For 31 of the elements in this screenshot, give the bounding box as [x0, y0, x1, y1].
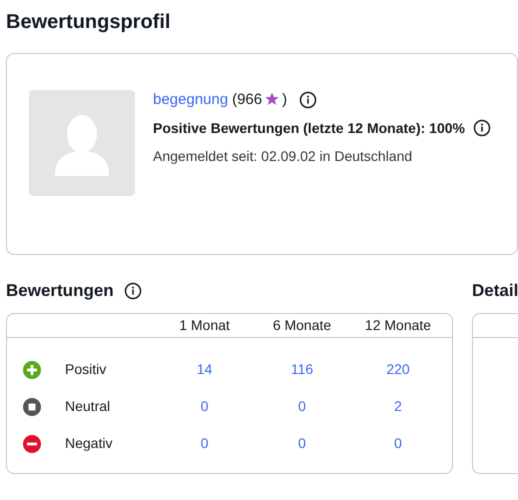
avatar-placeholder-icon: [29, 90, 135, 196]
feedback-score: (966: [232, 90, 262, 110]
minus-icon: [23, 434, 41, 452]
row-label: Negativ: [65, 434, 112, 453]
feedback-score-paren: ): [282, 90, 288, 110]
count-link[interactable]: 0: [200, 396, 208, 417]
count-link[interactable]: 0: [298, 396, 306, 417]
member-since: Angemeldet seit: 02.09.02 in Deutschland: [153, 147, 414, 166]
section-heading: Detail: [472, 280, 518, 302]
page-title: Bewertungsprofil: [6, 10, 170, 34]
username-link[interactable]: begegnung: [153, 90, 228, 110]
count-link[interactable]: 0: [394, 433, 402, 454]
count-link[interactable]: 220: [386, 359, 410, 380]
row-label: Neutral: [65, 397, 110, 416]
star-icon: [265, 92, 280, 106]
count-link[interactable]: 116: [290, 359, 314, 380]
count-link[interactable]: 14: [196, 359, 212, 380]
count-link[interactable]: 0: [298, 433, 306, 454]
stop-icon: [23, 398, 41, 416]
plus-icon: [23, 360, 41, 378]
count-link[interactable]: 2: [394, 396, 402, 417]
column-header: 12 Monate: [364, 316, 432, 335]
section-heading: Bewertungen: [6, 280, 114, 302]
column-header: 1 Monat: [179, 316, 230, 335]
count-link[interactable]: 0: [200, 433, 208, 454]
row-label: Positiv: [65, 360, 106, 379]
column-header: 6 Monate: [272, 316, 332, 335]
info-icon[interactable]: [299, 91, 318, 109]
positive-rate: Positive Bewertungen (letzte 12 Monate): 100%: [153, 119, 465, 138]
info-icon[interactable]: [124, 282, 142, 300]
info-icon[interactable]: [472, 119, 491, 137]
